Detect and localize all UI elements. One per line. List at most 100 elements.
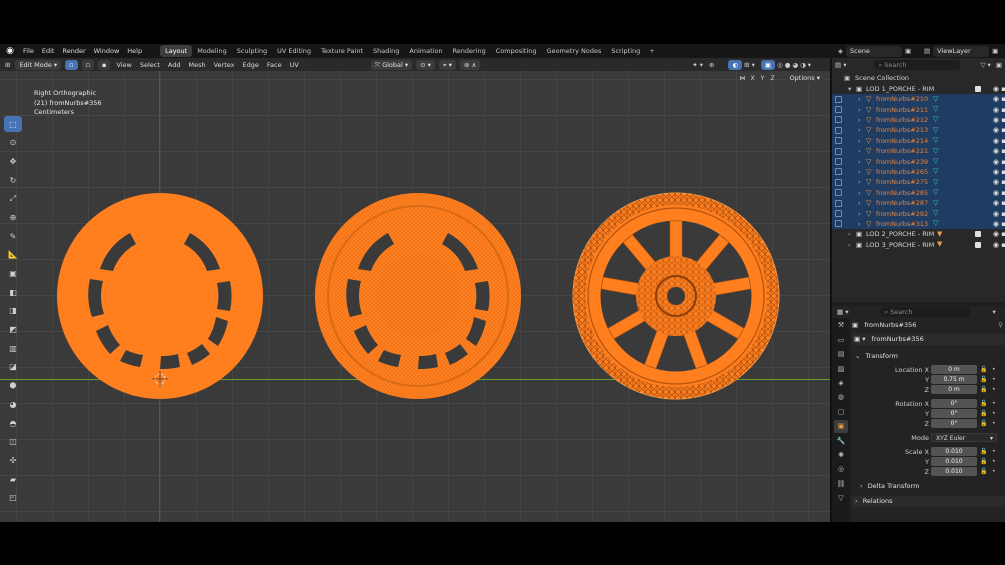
relations-panel-header[interactable]: › Relations — [852, 496, 1005, 507]
render-camera-icon[interactable]: ▪ — [1001, 106, 1005, 114]
render-camera-icon[interactable]: ▪ — [1001, 178, 1005, 186]
menu-face[interactable]: Face — [263, 61, 286, 69]
tree-row-lod3-collection[interactable]: › ▣ LOD 3_PORCHE - RIM ▼ ◉ ▪ — [832, 240, 1005, 250]
collection-checkbox[interactable] — [975, 85, 981, 92]
scale-y-row[interactable]: Y 0.010 🔓 • — [852, 457, 1005, 467]
menu-uv[interactable]: UV — [286, 61, 303, 69]
expand-chevron-icon[interactable]: › — [858, 146, 861, 156]
options-chevron-icon[interactable]: ▾ — [992, 308, 995, 316]
edge-select-button[interactable]: ▫ — [81, 59, 94, 70]
menu-edge[interactable]: Edge — [239, 61, 263, 69]
keyframe-dot-icon[interactable]: • — [992, 457, 996, 467]
constraints-tab-icon[interactable]: ⛓ — [834, 478, 848, 491]
selection-box-icon[interactable] — [835, 199, 842, 207]
keyframe-dot-icon[interactable]: • — [992, 419, 996, 429]
options-dropdown[interactable]: Options ▾ — [785, 73, 824, 83]
wheel-lod-medium[interactable] — [315, 193, 521, 399]
collection-checkbox[interactable] — [975, 241, 981, 248]
move-tool-icon[interactable]: ✥ — [4, 153, 22, 169]
add-workspace-button[interactable]: + — [645, 47, 658, 55]
editor-type-icon[interactable]: ⊞ — [0, 61, 13, 69]
outliner-editor-icon[interactable]: ▤ ▾ — [835, 61, 846, 69]
expand-chevron-icon[interactable]: ▾ — [848, 84, 851, 94]
scene-name-field[interactable]: Scene — [846, 45, 902, 57]
data-name-field[interactable]: ▣ ▾ fromNurbs#356 — [852, 334, 1005, 345]
transform-tool-icon[interactable]: ⊕ — [4, 209, 22, 225]
render-camera-icon[interactable]: ▪ — [1001, 189, 1005, 197]
delta-transform-panel-header[interactable]: › Delta Transform — [852, 481, 1005, 492]
visibility-eye-icon[interactable]: ◉ — [993, 158, 999, 166]
select-box-tool-icon[interactable]: ⬚ — [4, 116, 22, 132]
outliner-search[interactable]: ⌕ Search — [874, 59, 961, 70]
visibility-eye-icon[interactable]: ◉ — [993, 126, 999, 134]
menu-mesh[interactable]: Mesh — [184, 61, 209, 69]
data-tab-icon[interactable]: ▽ — [834, 492, 848, 505]
visibility-eye-icon[interactable]: ◉ — [993, 147, 999, 155]
particles-tab-icon[interactable]: ✺ — [834, 449, 848, 462]
render-camera-icon[interactable]: ▪ — [1001, 220, 1005, 228]
tab-layout[interactable]: Layout — [160, 45, 193, 57]
modifier-tab-icon[interactable]: 🔧 — [834, 435, 848, 448]
keyframe-dot-icon[interactable]: • — [992, 447, 996, 457]
expand-chevron-icon[interactable]: › — [858, 167, 861, 177]
properties-editor-icon[interactable]: ▦ ▾ — [837, 308, 848, 316]
rotation-mode-row[interactable]: Mode XYZ Euler ▾ — [852, 433, 1005, 443]
tree-row-object[interactable]: › ▽ fromNurbs#287 ▽ ◉ ▪ — [832, 198, 1005, 209]
blender-logo-icon[interactable]: ◉ — [4, 45, 16, 57]
rotate-tool-icon[interactable]: ↻ — [4, 172, 22, 188]
tab-sculpting[interactable]: Sculpting — [232, 45, 272, 57]
expand-chevron-icon[interactable]: › — [858, 136, 861, 146]
keyframe-dot-icon[interactable]: • — [992, 365, 996, 375]
filter-icon[interactable]: ▽ ▾ — [980, 61, 990, 69]
wheel-meshes[interactable] — [0, 71, 830, 522]
visibility-eye-icon[interactable]: ◉ — [993, 199, 999, 207]
render-camera-icon[interactable]: ▪ — [1001, 147, 1005, 155]
menu-file[interactable]: File — [19, 44, 38, 58]
wheel-lod-low[interactable] — [57, 193, 263, 399]
render-camera-icon[interactable]: ▪ — [1001, 158, 1005, 166]
expand-chevron-icon[interactable]: › — [858, 177, 861, 187]
visibility-eye-icon[interactable]: ◉ — [993, 230, 999, 238]
gizmo-toggle-icon[interactable]: ⊕ — [709, 61, 714, 69]
collection-tab-icon[interactable]: ▢ — [834, 406, 848, 419]
selection-box-icon[interactable] — [835, 106, 842, 114]
expand-chevron-icon[interactable]: › — [858, 125, 861, 135]
world-tab-icon[interactable]: ◍ — [834, 391, 848, 404]
tree-row-object[interactable]: › ▽ fromNurbs#213 ▽ ◉ ▪ — [832, 125, 1005, 136]
lock-icon[interactable]: 🔓 — [980, 467, 987, 477]
tab-rendering[interactable]: Rendering — [448, 45, 491, 57]
render-camera-icon[interactable]: ▪ — [1001, 199, 1005, 207]
tree-row-object[interactable]: › ▽ fromNurbs#210 ▽ ◉ ▪ — [832, 94, 1005, 105]
visibility-eye-icon[interactable]: ◉ — [993, 137, 999, 145]
rip-region-tool-icon[interactable]: ◰ — [4, 490, 22, 506]
render-camera-icon[interactable]: ▪ — [1001, 230, 1005, 238]
mesh-edit-overlay-icon[interactable]: ⊞ ▾ — [744, 61, 755, 69]
expand-chevron-icon[interactable]: › — [858, 219, 861, 229]
tree-row-lod2-collection[interactable]: › ▣ LOD 2_PORCHE - RIM ▼ ◉ ▪ — [832, 229, 1005, 239]
pin-icon[interactable]: ⚲ — [998, 320, 1003, 331]
scale-x-row[interactable]: Scale X 0.010 🔓 • — [852, 447, 1005, 457]
keyframe-dot-icon[interactable]: • — [992, 375, 996, 385]
output-tab-icon[interactable]: ▤ — [834, 348, 848, 361]
scale-x-field[interactable]: 0.010 — [931, 447, 977, 456]
selection-box-icon[interactable] — [835, 189, 842, 197]
expand-chevron-icon[interactable]: › — [858, 115, 861, 125]
menu-window[interactable]: Window — [90, 44, 124, 58]
scene-tab-icon[interactable]: ◈ — [834, 377, 848, 390]
location-x-field[interactable]: 0 m — [931, 365, 977, 374]
shrink-fatten-tool-icon[interactable]: ✣ — [4, 452, 22, 468]
selection-box-icon[interactable] — [835, 220, 842, 228]
visibility-eye-icon[interactable]: ◉ — [993, 168, 999, 176]
selection-box-icon[interactable] — [835, 168, 842, 176]
tree-row-object[interactable]: › ▽ fromNurbs#313 ▽ ◉ ▪ — [832, 218, 1005, 230]
lock-icon[interactable]: 🔓 — [980, 447, 987, 457]
tree-row-object[interactable]: › ▽ fromNurbs#292 ▽ ◉ ▪ — [832, 208, 1005, 219]
tab-shading[interactable]: Shading — [368, 45, 404, 57]
scale-tool-icon[interactable]: ⤢ — [4, 191, 22, 207]
tab-compositing[interactable]: Compositing — [491, 45, 542, 57]
render-tab-icon[interactable]: ▭ — [834, 334, 848, 347]
tree-row-object[interactable]: › ▽ fromNurbs#214 ▽ ◉ ▪ — [832, 135, 1005, 146]
lock-icon[interactable]: 🔓 — [980, 399, 987, 409]
lock-icon[interactable]: 🔓 — [980, 457, 987, 467]
smooth-tool-icon[interactable]: ◓ — [4, 415, 22, 431]
